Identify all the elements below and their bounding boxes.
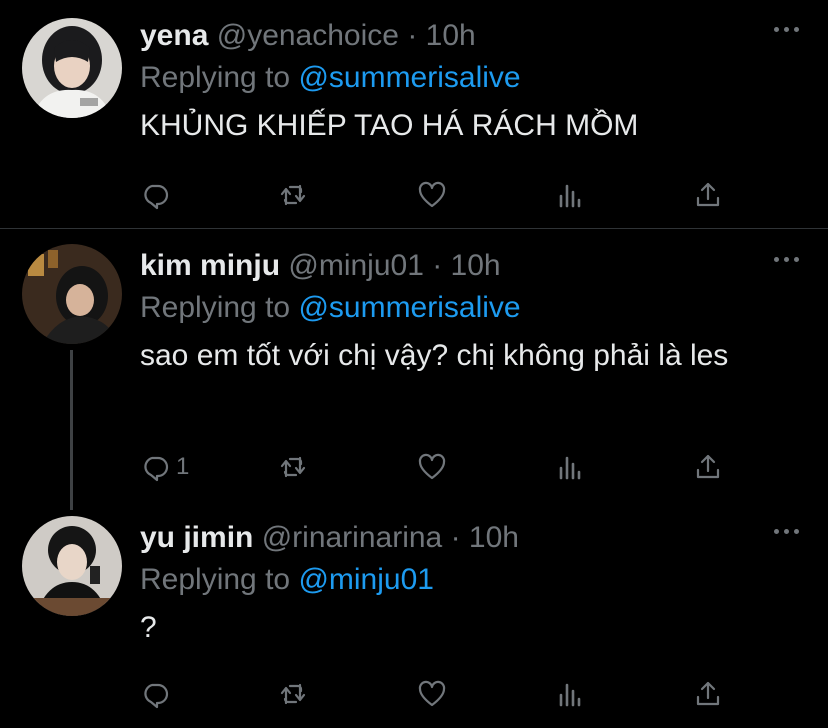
- tweet-header: yu jimin @rinarinarina · 10h: [140, 516, 519, 560]
- reply-button[interactable]: 1: [140, 449, 189, 485]
- thread-line: [70, 350, 73, 510]
- share-button[interactable]: [693, 177, 723, 213]
- like-button[interactable]: [417, 177, 447, 213]
- retweet-icon: [280, 184, 306, 206]
- like-icon: [418, 680, 446, 707]
- replying-to: Replying to @minju01: [140, 558, 434, 602]
- reply-icon: [144, 184, 169, 210]
- tweet-text: sao em tốt với chị vậy? chị không phải l…: [140, 339, 729, 372]
- avatar[interactable]: [22, 18, 122, 118]
- user-handle[interactable]: @minju01: [288, 249, 424, 282]
- reply-icon: [144, 456, 169, 482]
- share-button[interactable]: [693, 676, 723, 712]
- mention-link[interactable]: @minju01: [298, 563, 434, 596]
- retweet-icon: [280, 456, 306, 478]
- timestamp[interactable]: · 10h: [451, 521, 519, 554]
- action-bar: [140, 177, 740, 213]
- views-button[interactable]: [555, 449, 585, 485]
- reply-count: 1: [176, 453, 190, 480]
- display-name[interactable]: yena: [140, 19, 208, 52]
- retweet-icon: [280, 683, 306, 705]
- timestamp[interactable]: · 10h: [432, 249, 500, 282]
- mention-link[interactable]: @summerisalive: [298, 61, 520, 94]
- share-icon: [696, 454, 720, 479]
- tweet-text: KHỦNG KHIẾP TAO HÁ RÁCH MỒM: [140, 109, 639, 142]
- tweet[interactable]: yu jimin @rinarinarina · 10h Replying to…: [0, 502, 828, 728]
- more-icon[interactable]: [774, 256, 800, 264]
- tweet-divider: [0, 228, 828, 229]
- share-button[interactable]: [693, 449, 723, 485]
- tweet-header: yena @yenachoice · 10h: [140, 14, 476, 58]
- replying-label: Replying to: [140, 291, 291, 324]
- replying-label: Replying to: [140, 61, 291, 94]
- avatar[interactable]: [22, 516, 122, 616]
- retweet-button[interactable]: [278, 676, 308, 712]
- like-button[interactable]: [417, 449, 447, 485]
- share-icon: [696, 182, 720, 207]
- views-icon: [559, 184, 581, 208]
- like-icon: [418, 453, 446, 480]
- reply-icon: [144, 683, 169, 709]
- action-bar: 1: [140, 449, 740, 485]
- share-icon: [696, 681, 720, 706]
- replying-to: Replying to @summerisalive: [140, 56, 521, 100]
- retweet-button[interactable]: [278, 449, 308, 485]
- views-icon: [559, 683, 581, 707]
- display-name[interactable]: yu jimin: [140, 521, 253, 554]
- like-icon: [418, 181, 446, 208]
- like-button[interactable]: [417, 676, 447, 712]
- views-icon: [559, 456, 581, 480]
- timestamp[interactable]: · 10h: [407, 19, 475, 52]
- mention-link[interactable]: @summerisalive: [298, 291, 520, 324]
- tweet[interactable]: yena @yenachoice · 10h Replying to @summ…: [0, 0, 828, 228]
- views-button[interactable]: [555, 177, 585, 213]
- tweet-header: kim minju @minju01 · 10h: [140, 244, 501, 288]
- more-icon[interactable]: [774, 528, 800, 536]
- replying-label: Replying to: [140, 563, 291, 596]
- display-name[interactable]: kim minju: [140, 249, 280, 282]
- replying-to: Replying to @summerisalive: [140, 286, 521, 330]
- retweet-button[interactable]: [278, 177, 308, 213]
- tweet[interactable]: kim minju @minju01 · 10h Replying to @su…: [0, 230, 828, 500]
- views-button[interactable]: [555, 676, 585, 712]
- more-icon[interactable]: [774, 26, 800, 34]
- avatar[interactable]: [22, 244, 122, 344]
- user-handle[interactable]: @rinarinarina: [262, 521, 443, 554]
- action-bar: [140, 676, 740, 712]
- reply-button[interactable]: [140, 177, 170, 213]
- tweet-text: ?: [140, 611, 157, 644]
- user-handle[interactable]: @yenachoice: [217, 19, 399, 52]
- reply-button[interactable]: [140, 676, 170, 712]
